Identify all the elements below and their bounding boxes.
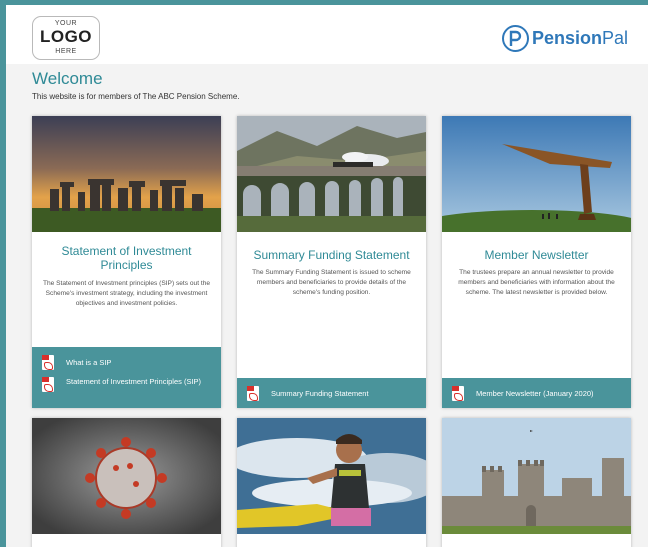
card-title: Statement of Investment Principles [61,244,192,272]
castle-image [442,418,631,534]
brand-logo[interactable]: PensionPal [501,25,628,52]
card-member-newsletter: Member Newsletter The trustees prepare a… [442,116,631,408]
brand-name: PensionPal [532,28,628,49]
link-label: Member Newsletter (January 2020) [476,389,594,398]
card-footer: What is a SIP Statement of Investment Pr… [32,347,221,408]
viaduct-image [237,116,426,232]
stonehenge-image [32,116,221,232]
card-footer: Member Newsletter (January 2020) [442,378,631,408]
card-description: The Statement of Investment principles (… [42,280,211,307]
card-castle [442,418,631,547]
pdf-icon [42,377,54,392]
pensionpal-p-icon [501,25,529,52]
card-title: Summary Funding Statement [253,248,410,262]
link-what-is-a-sip[interactable]: What is a SIP [42,355,207,370]
logo-placeholder[interactable]: YOUR LOGO HERE [32,16,100,60]
card-summary-funding: Summary Funding Statement The Summary Fu… [237,116,426,408]
brand-name-part1: Pension [531,28,602,48]
card-description: The trustees prepare an annual newslette… [458,269,615,296]
card-jet-ski [237,418,426,547]
card-coronavirus [32,418,221,547]
pdf-icon [452,386,464,401]
link-label: Statement of Investment Principles (SIP) [66,377,202,386]
angel-of-the-north-image [442,116,631,232]
pdf-icon [247,386,259,401]
brand-name-part2: Pal [601,28,628,48]
link-label: What is a SIP [66,358,112,367]
link-member-newsletter[interactable]: Member Newsletter (January 2020) [452,386,627,401]
card-title: Member Newsletter [484,248,589,262]
coronavirus-image [32,418,221,534]
intro-text: This website is for members of The ABC P… [32,92,240,101]
card-footer: Summary Funding Statement [237,378,426,408]
jet-ski-image [237,418,426,534]
pdf-icon [42,355,54,370]
card-sip: Statement of Investment Principles The S… [32,116,221,408]
link-summary-funding-statement[interactable]: Summary Funding Statement [247,386,417,401]
logo-text-main: LOGO [39,27,93,46]
header: YOUR LOGO HERE PensionPal [6,5,648,64]
page: YOUR LOGO HERE PensionPal Welcome This w… [6,5,648,547]
link-sip-document[interactable]: Statement of Investment Principles (SIP) [42,377,212,392]
card-description: The Summary Funding Statement is issued … [252,269,411,296]
link-label: Summary Funding Statement [271,389,369,398]
page-title: Welcome [32,69,103,88]
logo-text-bottom: HERE [55,48,77,55]
